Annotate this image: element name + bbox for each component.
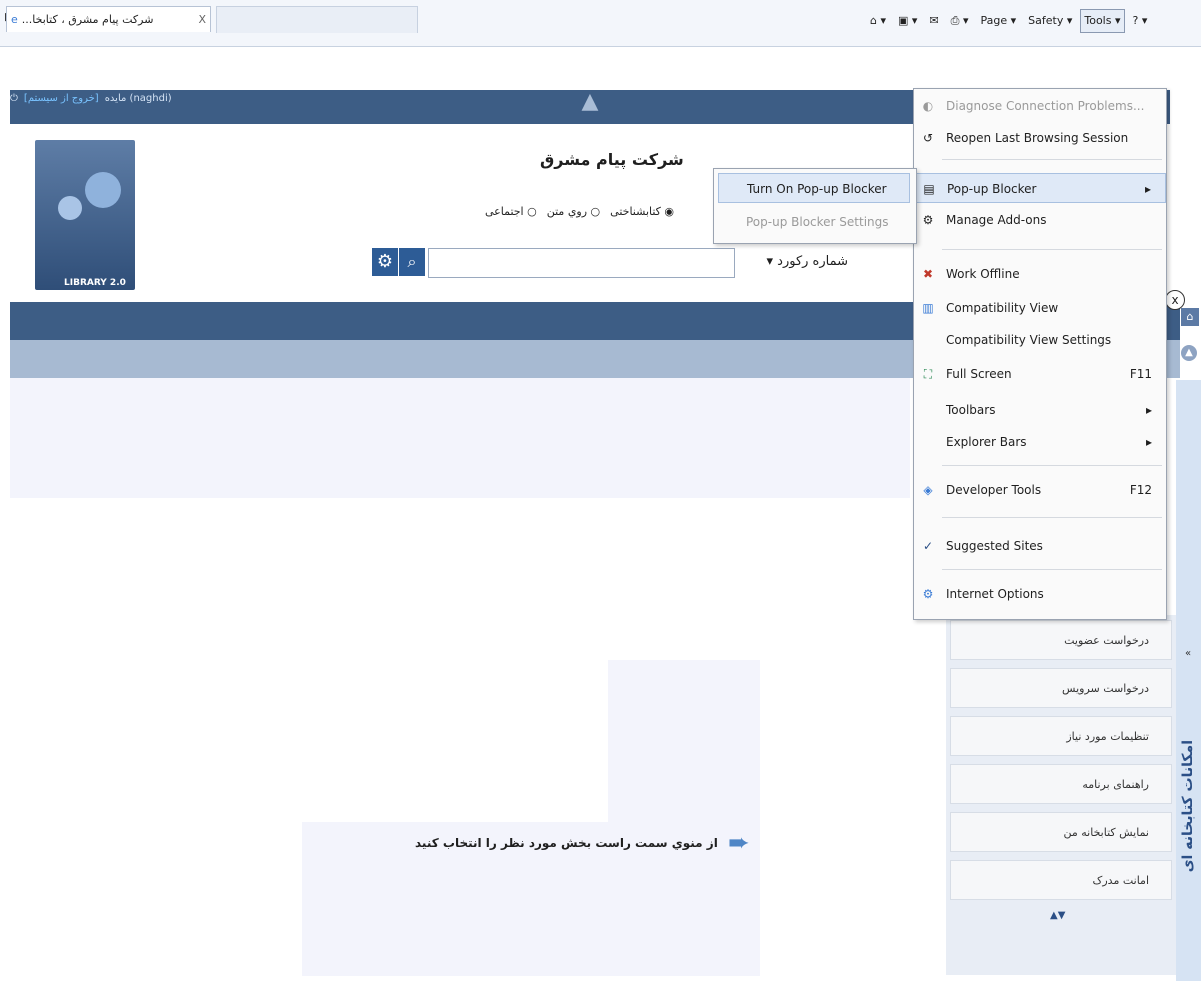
- tools-menu: ◐ Diagnose Connection Problems... ↺ Reop…: [913, 88, 1167, 620]
- hint-text: از منوي سمت راست بخش مورد نظر را انتخاب …: [415, 836, 718, 850]
- tools-menu-button[interactable]: Tools ▾: [1080, 9, 1125, 33]
- radio-bibliographic[interactable]: ◉ کتابشناختی: [610, 205, 674, 218]
- close-icon[interactable]: x: [1165, 290, 1185, 310]
- menu-item-popup-blocker-settings: Pop-up Blocker Settings: [746, 215, 889, 229]
- page-menu-button[interactable]: Page ▾: [976, 9, 1020, 33]
- safety-menu-button[interactable]: Safety ▾: [1024, 9, 1076, 33]
- sidebar-item-settings[interactable]: تنظیمات مورد نیاز: [950, 716, 1172, 756]
- command-bar: ⌂ ▾ ▣ ▾ ✉ ⎙ ▾ Page ▾ Safety ▾ Tools ▾ ? …: [866, 9, 1152, 33]
- browser-tab-active[interactable]: e شرکت پیام مشرق ، کتابخا... X: [6, 6, 211, 32]
- home-sidebar-icon[interactable]: ⌂: [1181, 308, 1199, 326]
- user-info: ⏻ [خروج از سیستم] مایده (naghdi): [10, 93, 172, 104]
- gear-icon[interactable]: ⚙: [372, 248, 398, 276]
- menu-item-explorer-bars[interactable]: Explorer Bars ▸: [914, 427, 1166, 457]
- popup-blocker-submenu: Turn On Pop-up Blocker Pop-up Blocker Se…: [713, 168, 917, 244]
- network-icon: ◐: [922, 99, 934, 113]
- print-icon[interactable]: ⎙ ▾: [947, 9, 973, 33]
- sidebar-item-loan[interactable]: امانت مدرک: [950, 860, 1172, 900]
- search-input[interactable]: [428, 248, 735, 278]
- radio-fulltext[interactable]: ○ روي متن: [547, 205, 600, 218]
- scroll-arrows-icon[interactable]: ▲▼: [1050, 910, 1065, 921]
- menu-item-manage-addons[interactable]: ⚙ Manage Add-ons: [914, 205, 1166, 235]
- offline-icon: ✖: [922, 267, 934, 281]
- reopen-icon: ↺: [922, 131, 934, 145]
- arrow-right-icon: ➨: [728, 828, 750, 858]
- full-screen-icon: ⛶: [923, 367, 933, 381]
- menu-item-reopen-session[interactable]: ↺ Reopen Last Browsing Session: [914, 123, 1166, 153]
- browser-tab-new[interactable]: [216, 6, 418, 33]
- mail-icon[interactable]: ✉: [925, 9, 942, 33]
- search-type-radios: ◉ کتابشناختی ○ روي متن ○ اجتماعی: [485, 205, 674, 218]
- checkmark-icon: ✓: [922, 539, 934, 553]
- popup-blocker-icon: ▤: [923, 182, 935, 196]
- library-logo: [35, 140, 135, 290]
- home-icon[interactable]: ⌂ ▾: [866, 9, 890, 33]
- submenu-arrow-icon: ▸: [1145, 403, 1152, 417]
- logo-person-icon: [85, 172, 121, 208]
- sidebar-item-service-request[interactable]: درخواست سرویس: [950, 668, 1172, 708]
- collapse-up-icon[interactable]: ▲: [575, 91, 605, 113]
- page-title: شرکت پیام مشرق: [540, 150, 684, 169]
- sidebar-vertical-bar: [1176, 380, 1201, 981]
- logout-link[interactable]: [خروج از سیستم]: [24, 93, 99, 104]
- sidebar-item-my-library[interactable]: نمایش کتابخانه من: [950, 812, 1172, 852]
- menu-item-full-screen[interactable]: ⛶ Full Screen F11: [914, 359, 1166, 389]
- content-area: [10, 378, 910, 498]
- menu-item-compat-settings[interactable]: Compatibility View Settings: [914, 325, 1166, 355]
- content-panel-top: [608, 660, 760, 822]
- menu-item-turn-on-popup-blocker[interactable]: Turn On Pop-up Blocker: [718, 173, 910, 203]
- logo-text: LIBRARY 2.0: [64, 278, 126, 288]
- logo-person-small-icon: [58, 196, 82, 220]
- sidebar-item-membership[interactable]: درخواست عضویت: [950, 620, 1172, 660]
- scroll-up-icon[interactable]: ▲: [1181, 345, 1197, 361]
- menu-item-internet-options[interactable]: ⚙ Internet Options: [914, 579, 1166, 609]
- sidebar-vertical-title: امکانات کتابخانه ای: [1180, 740, 1196, 873]
- search-field-select[interactable]: شماره رکورد ▾: [738, 248, 848, 276]
- internet-options-icon: ⚙: [922, 587, 934, 601]
- menu-item-toolbars[interactable]: Toolbars ▸: [914, 395, 1166, 425]
- hint-message: ➨ از منوي سمت راست بخش مورد نظر را انتخا…: [415, 830, 750, 856]
- compat-view-icon: ▥: [922, 301, 934, 315]
- menu-item-popup-blocker[interactable]: ▤ Pop-up Blocker ▸: [914, 173, 1166, 203]
- menu-item-suggested-sites[interactable]: ✓ Suggested Sites: [914, 531, 1166, 561]
- collapse-left-icon[interactable]: «: [1185, 648, 1191, 659]
- developer-tools-icon: ◈: [923, 483, 933, 497]
- menu-item-work-offline[interactable]: ✖ Work Offline: [914, 259, 1166, 289]
- menu-item-developer-tools[interactable]: ◈ Developer Tools F12: [914, 475, 1166, 505]
- menu-item-compat-view[interactable]: ▥ Compatibility View: [914, 293, 1166, 323]
- power-icon[interactable]: ⏻: [10, 93, 18, 104]
- ie-logo-icon: e: [11, 12, 18, 26]
- sidebar-item-help[interactable]: راهنمای برنامه: [950, 764, 1172, 804]
- user-label: مایده (naghdi): [104, 93, 172, 104]
- submenu-arrow-icon: ▸: [1145, 435, 1152, 449]
- search-icon[interactable]: ⌕: [399, 248, 425, 276]
- help-icon[interactable]: ? ▾: [1129, 9, 1152, 33]
- tab-title: شرکت پیام مشرق ، کتابخا...: [21, 12, 154, 26]
- tab-close-icon[interactable]: X: [198, 7, 206, 33]
- menu-item-diagnose: ◐ Diagnose Connection Problems...: [914, 91, 1166, 121]
- submenu-arrow-icon: ▸: [1144, 182, 1151, 196]
- feeds-icon[interactable]: ▣ ▾: [894, 9, 921, 33]
- radio-social[interactable]: ○ اجتماعی: [485, 205, 537, 218]
